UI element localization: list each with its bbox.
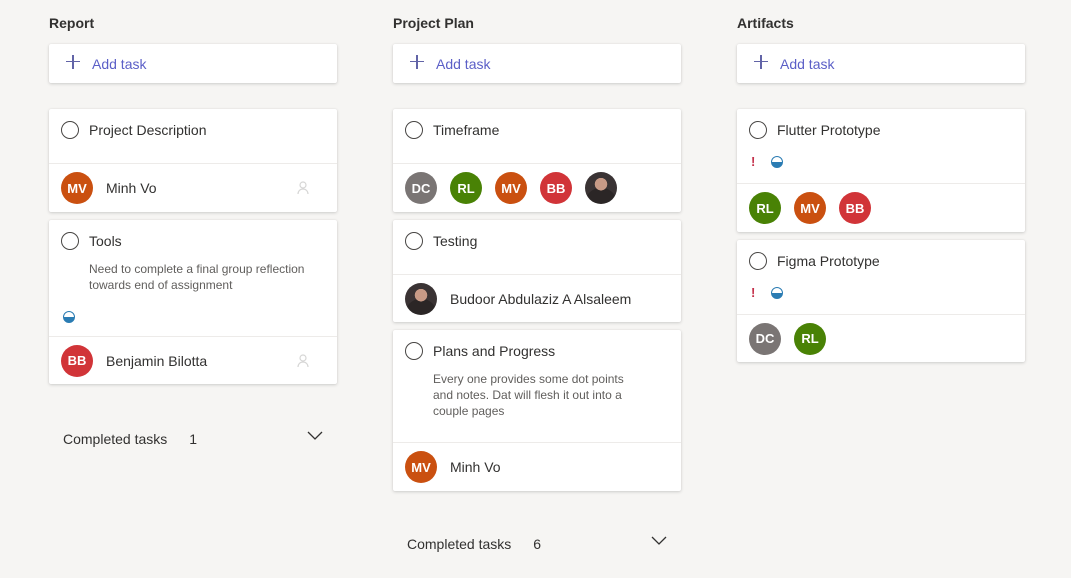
bucket-artifacts: Artifacts Add task Flutter Prototype ! R…	[737, 0, 1025, 554]
avatar[interactable]: DC	[749, 322, 781, 355]
complete-task-checkbox[interactable]	[405, 121, 423, 139]
task-card[interactable]: Plans and Progress Every one provides so…	[393, 330, 681, 491]
bucket-title[interactable]: Project Plan	[393, 0, 681, 44]
task-note: Every one provides some dot points and n…	[433, 372, 624, 418]
task-card[interactable]: Project Description MV Minh Vo	[49, 109, 337, 212]
completed-tasks-label: Completed tasks	[63, 431, 168, 447]
task-card[interactable]: Figma Prototype ! DC RL	[737, 240, 1025, 362]
task-card[interactable]: Tools Need to complete a final group ref…	[49, 220, 337, 384]
avatar[interactable]: MV	[61, 172, 93, 204]
progress-in-progress-icon	[771, 156, 783, 168]
assignee-name: Benjamin Bilotta	[106, 352, 208, 369]
task-title: Flutter Prototype	[777, 122, 881, 138]
add-task-label: Add task	[436, 55, 491, 72]
progress-in-progress-icon	[63, 311, 75, 323]
bucket-project-plan: Project Plan Add task Timeframe DC RL MV…	[393, 0, 681, 554]
add-task-button[interactable]: Add task	[393, 44, 681, 83]
priority-important-icon: !	[751, 154, 756, 169]
add-task-button[interactable]: Add task	[49, 44, 337, 83]
avatar[interactable]: DC	[405, 172, 437, 204]
plus-icon	[410, 54, 424, 69]
priority-important-icon: !	[751, 285, 756, 300]
task-card[interactable]: Testing Budoor Abdulaziz A Alsaleem	[393, 220, 681, 322]
task-note: Need to complete a final group reflectio…	[89, 262, 305, 292]
assignee-name: Budoor Abdulaziz A Alsaleem	[450, 290, 632, 307]
add-task-button[interactable]: Add task	[737, 44, 1025, 83]
avatar[interactable]: MV	[794, 192, 826, 224]
complete-task-checkbox[interactable]	[749, 252, 767, 270]
completed-tasks-count: 6	[533, 536, 542, 552]
progress-in-progress-icon	[771, 287, 783, 299]
task-title: Timeframe	[433, 122, 500, 138]
planner-board: Report Add task Project Description MV M…	[49, 0, 1025, 554]
avatar[interactable]: MV	[405, 451, 437, 483]
avatar[interactable]: BB	[61, 344, 93, 377]
task-title: Plans and Progress	[433, 343, 556, 359]
plus-icon	[66, 54, 80, 69]
complete-task-checkbox[interactable]	[61, 121, 79, 139]
assign-icon[interactable]	[297, 181, 311, 195]
avatar[interactable]: BB	[540, 172, 572, 204]
assignee-name: Minh Vo	[450, 459, 501, 475]
avatar[interactable]: RL	[794, 322, 826, 355]
avatar-photo[interactable]	[585, 172, 617, 204]
task-card[interactable]: Timeframe DC RL MV BB	[393, 109, 681, 212]
task-title: Project Description	[89, 122, 207, 138]
bucket-report: Report Add task Project Description MV M…	[49, 0, 337, 554]
add-task-label: Add task	[780, 55, 835, 72]
complete-task-checkbox[interactable]	[405, 232, 423, 250]
avatar-photo[interactable]	[405, 282, 437, 315]
bucket-title[interactable]: Artifacts	[737, 0, 1025, 44]
task-title: Tools	[89, 233, 122, 249]
chevron-down-icon	[651, 536, 667, 545]
add-task-label: Add task	[92, 55, 147, 72]
avatar[interactable]: RL	[749, 192, 781, 224]
completed-tasks-count: 1	[189, 431, 198, 447]
completed-tasks-toggle[interactable]: Completed tasks 1	[49, 429, 337, 449]
complete-task-checkbox[interactable]	[405, 342, 423, 360]
avatar[interactable]: MV	[495, 172, 527, 204]
avatar[interactable]: BB	[839, 192, 871, 224]
chevron-down-icon	[307, 431, 323, 440]
completed-tasks-label: Completed tasks	[407, 536, 512, 552]
task-card[interactable]: Flutter Prototype ! RL MV BB	[737, 109, 1025, 232]
complete-task-checkbox[interactable]	[749, 121, 767, 139]
assign-icon[interactable]	[297, 353, 311, 368]
bucket-title[interactable]: Report	[49, 0, 337, 44]
plus-icon	[754, 54, 768, 69]
complete-task-checkbox[interactable]	[61, 232, 79, 250]
completed-tasks-toggle[interactable]: Completed tasks 6	[393, 534, 681, 554]
assignee-name: Minh Vo	[106, 180, 157, 196]
task-title: Testing	[433, 233, 478, 249]
avatar[interactable]: RL	[450, 172, 482, 204]
task-title: Figma Prototype	[777, 253, 880, 269]
